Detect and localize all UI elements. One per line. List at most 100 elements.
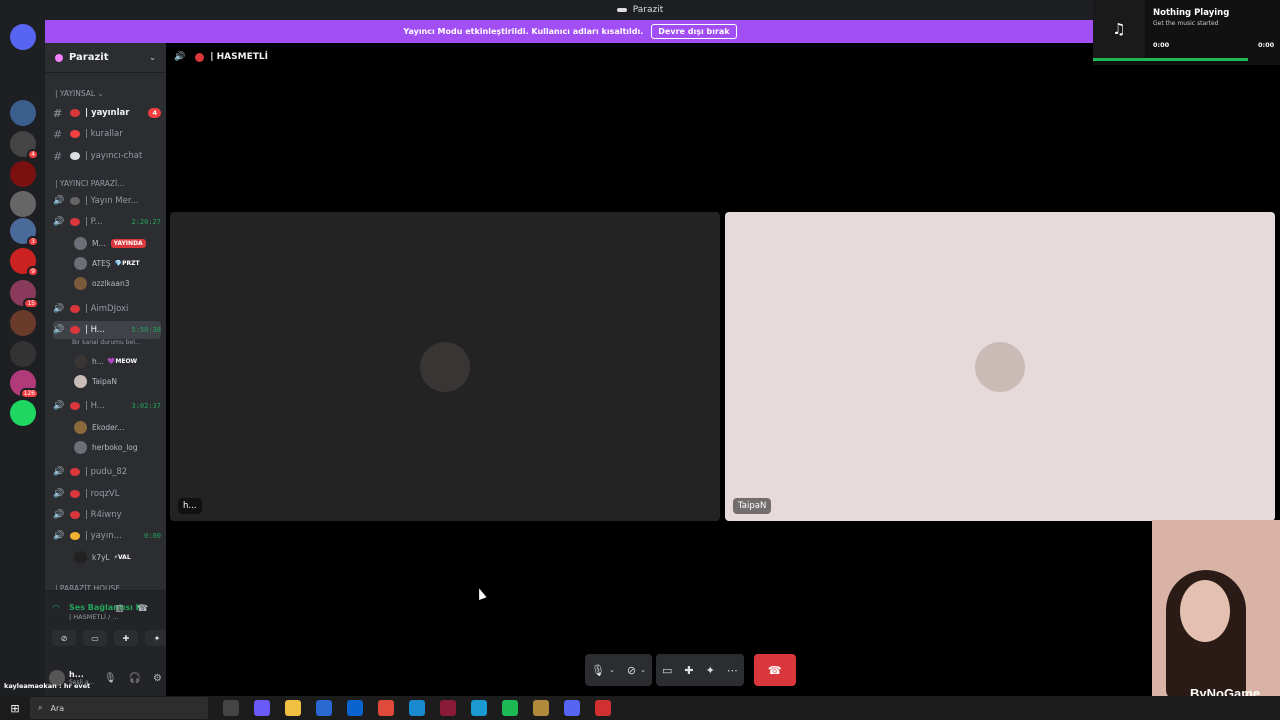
soundboard-icon[interactable]: ✦ — [706, 664, 715, 677]
voice-user-ozz[interactable]: ozzlkaan3 — [74, 274, 129, 292]
voice-channel-aim[interactable]: 🔊 | AimDJoxi — [53, 300, 161, 318]
headphones-icon[interactable]: 🎧 — [129, 673, 141, 684]
server-icon[interactable]: 4 — [10, 131, 39, 160]
spotify-icon[interactable] — [502, 700, 518, 716]
voice-channel-mer[interactable]: 🔊 | Yayın Mer... — [53, 192, 161, 210]
voice-channel-h2[interactable]: 🔊 | H... 3:02:37 — [53, 397, 161, 415]
chat-overlay-message: kayleamaokan : hr evet — [4, 682, 91, 690]
discord-icon[interactable] — [564, 700, 580, 716]
task-view-icon[interactable] — [223, 700, 239, 716]
voice-user-ates[interactable]: ATEŞ 💎PRZT — [74, 254, 140, 272]
guild-header[interactable]: Parazit ⌄ — [45, 43, 166, 73]
voice-user-h[interactable]: h... 💜MEOW — [74, 352, 137, 370]
server-icon[interactable]: 15 — [10, 280, 39, 309]
server-icon[interactable] — [10, 400, 36, 426]
voice-channel-h-selected[interactable]: 🔊 | H... 5:50:38 — [53, 321, 161, 339]
game-app-icon[interactable] — [533, 700, 549, 716]
media-app-icon[interactable] — [440, 700, 456, 716]
server-icon[interactable]: 9 — [10, 248, 39, 277]
microphone-icon[interactable]: 🎙 — [591, 664, 605, 677]
channel-kurallar[interactable]: # | kurallar — [53, 125, 161, 143]
record-icon — [70, 402, 80, 410]
guild-name: Parazit — [69, 52, 109, 63]
activities-icon[interactable]: ✚ — [684, 664, 693, 677]
voice-user-taipan[interactable]: TaipaN — [74, 372, 117, 390]
username: k7yL — [92, 552, 110, 562]
voice-user-ekoder[interactable]: Ekoder... — [74, 418, 124, 436]
user-tag: ⚡VAL — [113, 553, 131, 561]
no-entry-icon — [70, 130, 80, 138]
disconnect-icon[interactable]: ☎ — [137, 604, 148, 614]
server-icon[interactable] — [10, 191, 36, 217]
soundboard-button[interactable]: ✦ — [145, 630, 166, 646]
microphone-icon[interactable]: 🎙 — [104, 673, 117, 684]
activity-group: ▭ ✚ ✦ ⋯ — [655, 654, 744, 686]
voice-user-herboko[interactable]: herboko_log — [74, 438, 138, 456]
disconnect-button[interactable]: ☎ — [753, 654, 796, 686]
search-icon: ⌕ — [38, 703, 43, 712]
channel-yayinlar[interactable]: # | yayınlar 4 — [53, 104, 161, 122]
voice-connected-label[interactable]: Ses Bağlantısı K — [69, 603, 142, 612]
video-tile-h[interactable]: h... — [170, 212, 720, 521]
camera-off-button[interactable]: ⊘ — [52, 630, 76, 646]
chevron-down-icon[interactable]: ⌄ — [609, 666, 615, 674]
channel-status[interactable]: Bir kanal durumu bel... — [72, 339, 141, 346]
server-badge: 9 — [27, 266, 39, 277]
voice-channel-pudu[interactable]: 🔊 | pudu_82 — [53, 463, 161, 481]
voice-user-m[interactable]: M... YAYINDA — [74, 234, 146, 252]
voice-channel-r4[interactable]: 🔊 | R4iwny — [53, 506, 161, 524]
windows-start-icon[interactable]: ⊞ — [0, 702, 30, 715]
record-icon — [70, 305, 80, 313]
copilot-icon[interactable] — [254, 700, 270, 716]
category-yayinci-parazit[interactable]: | YAYINCI PARAZİ... — [55, 179, 124, 188]
obs-icon[interactable] — [595, 700, 611, 716]
screen-share-button[interactable]: ▭ — [83, 630, 107, 646]
voice-channel-p[interactable]: 🔊 | P... 2:20:27 — [53, 213, 161, 231]
gear-icon[interactable]: ⚙ — [153, 673, 162, 684]
server-icon[interactable]: 3 — [10, 218, 39, 247]
speaker-icon: 🔊 — [53, 531, 65, 541]
video-tile-taipan[interactable]: TaipaN — [725, 212, 1275, 521]
more-icon[interactable]: ⋯ — [727, 664, 738, 677]
user-tag: 💎PRZT — [114, 259, 140, 267]
channel-label: | AimDJoxi — [85, 304, 129, 314]
channel-yayinci-chat[interactable]: # | yayıncı-chat — [53, 147, 161, 165]
server-badge: 126 — [19, 388, 39, 399]
edge-icon[interactable] — [409, 700, 425, 716]
speaker-icon: 🔊 — [53, 196, 65, 206]
home-button[interactable] — [10, 24, 36, 50]
taskbar-search[interactable]: ⌕ Ara — [30, 697, 208, 719]
file-explorer-icon[interactable] — [285, 700, 301, 716]
server-icon[interactable] — [10, 310, 36, 336]
current-username: h... — [69, 670, 84, 679]
voice-user-k7yl[interactable]: k7yL ⚡VAL — [74, 548, 131, 566]
server-icon[interactable] — [10, 341, 36, 367]
channel-label: | kurallar — [85, 129, 123, 139]
speaker-icon: 🔊 — [53, 304, 65, 314]
noise-suppression-icon[interactable]: ▥ — [115, 604, 124, 614]
speaker-icon: 🔊 — [53, 325, 65, 335]
avatar — [420, 342, 470, 392]
chrome-icon[interactable] — [378, 700, 394, 716]
store-icon[interactable] — [316, 700, 332, 716]
server-icon[interactable]: 126 — [10, 370, 39, 399]
screen-share-icon[interactable]: ▭ — [662, 664, 672, 677]
avatar — [74, 420, 87, 434]
voice-channel-roqz[interactable]: 🔊 | roqzVL — [53, 485, 161, 503]
username: ATEŞ — [92, 258, 111, 268]
disable-streamer-mode-button[interactable]: Devre dışı bırak — [651, 24, 737, 39]
server-icon[interactable] — [10, 161, 36, 187]
voice-duration: 2:20:27 — [131, 218, 161, 226]
channel-label: | yayın... — [85, 531, 122, 541]
voice-channel-yayin[interactable]: 🔊 | yayın... 0:00 — [53, 527, 161, 545]
activities-button[interactable]: ✚ — [114, 630, 138, 646]
server-icon[interactable] — [10, 100, 36, 126]
skype-icon[interactable] — [471, 700, 487, 716]
chevron-down-icon[interactable]: ⌄ — [640, 666, 646, 674]
voice-channel-label[interactable]: | HASMETLİ / ... — [69, 613, 118, 621]
speaker-icon: 🔊 — [53, 489, 65, 499]
category-yayinsal[interactable]: | YAYINSAL ⌄ — [55, 89, 104, 98]
voice-call-view: 🔊 | HASMETLİ h... TaipaN 🎙 ⌄ ⊘ ⌄ ▭ ✚ ✦ ⋯… — [166, 43, 1280, 696]
camera-off-icon[interactable]: ⊘ — [627, 664, 636, 677]
outlook-icon[interactable] — [347, 700, 363, 716]
